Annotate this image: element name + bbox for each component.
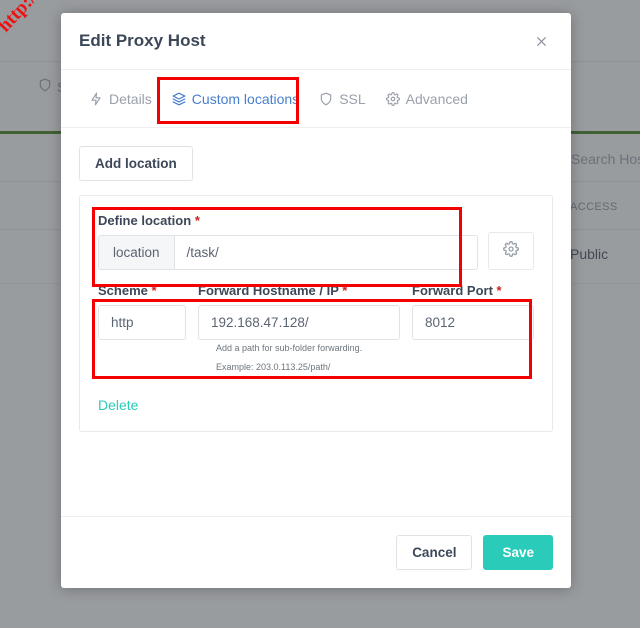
define-location-label: Define location * <box>98 213 478 228</box>
required-asterisk: * <box>194 213 200 228</box>
tab-ssl[interactable]: SSL <box>309 85 375 113</box>
scheme-label: Scheme * <box>98 283 186 298</box>
tab-advanced[interactable]: Advanced <box>376 85 478 113</box>
add-location-wrap: Add location <box>79 146 553 181</box>
required-asterisk: * <box>342 283 348 298</box>
forward-port-label-text: Forward Port <box>412 283 493 298</box>
close-icon[interactable] <box>530 30 552 52</box>
helper-line-2: Example: 203.0.113.25/path/ <box>216 361 331 372</box>
scheme-input[interactable]: http <box>98 305 186 340</box>
forward-hostname-label-text: Forward Hostname / IP <box>198 283 339 298</box>
modal-header: Edit Proxy Host <box>61 13 571 70</box>
modal-tab-bar: Details Custom locations SSL Advanced <box>61 70 571 128</box>
tab-custom-locations[interactable]: Custom locations <box>162 85 309 113</box>
tab-details-label: Details <box>109 90 152 107</box>
tab-custom-locations-label: Custom locations <box>191 90 300 107</box>
define-location-label-text: Define location <box>98 213 192 228</box>
cancel-button[interactable]: Cancel <box>396 535 473 570</box>
forward-port-input[interactable]: 8012 <box>412 305 534 340</box>
forward-hostname-field: Forward Hostname / IP * 192.168.47.128/ <box>198 283 400 340</box>
page-title: Edit Proxy Host <box>79 31 206 50</box>
define-location-row: Define location * location /task/ <box>98 213 534 270</box>
scheme-field: Scheme * http <box>98 283 186 340</box>
layers-icon <box>172 92 186 106</box>
forward-port-label: Forward Port * <box>412 283 534 298</box>
tab-advanced-label: Advanced <box>405 90 468 107</box>
gear-icon <box>385 91 400 106</box>
required-asterisk: * <box>151 283 157 298</box>
forward-hostname-input[interactable]: 192.168.47.128/ <box>198 305 400 340</box>
location-path-input[interactable]: /task/ <box>173 235 478 270</box>
delete-location-link[interactable]: Delete <box>98 397 138 413</box>
scheme-label-text: Scheme <box>98 283 148 298</box>
tab-details[interactable]: Details <box>79 85 162 113</box>
save-button[interactable]: Save <box>483 535 553 570</box>
forward-helper-text: Add a path for sub-folder forwarding. Ex… <box>216 343 534 373</box>
modal-footer: Cancel Save <box>61 516 571 588</box>
define-location-input-group: location /task/ <box>98 235 478 270</box>
modal-body: Add location Define location * location … <box>61 128 571 516</box>
forward-hostname-label: Forward Hostname / IP * <box>198 283 400 298</box>
forward-settings-row: Scheme * http Forward Hostname / IP * 19… <box>98 283 534 340</box>
location-settings-button[interactable] <box>488 232 534 270</box>
location-card: Define location * location /task/ Scheme… <box>79 195 553 432</box>
edit-proxy-host-modal: Edit Proxy Host Details Custom locations… <box>61 13 571 588</box>
tab-ssl-label: SSL <box>339 90 366 107</box>
add-location-button[interactable]: Add location <box>79 146 193 181</box>
required-asterisk: * <box>496 283 502 298</box>
shield-icon <box>319 92 333 106</box>
forward-port-field: Forward Port * 8012 <box>412 283 534 340</box>
helper-line-1: Add a path for sub-folder forwarding. <box>216 343 363 353</box>
define-location-field: Define location * location /task/ <box>98 213 478 270</box>
location-prefix-label: location <box>98 235 174 270</box>
gear-icon <box>503 240 519 262</box>
lightning-icon <box>89 92 103 106</box>
